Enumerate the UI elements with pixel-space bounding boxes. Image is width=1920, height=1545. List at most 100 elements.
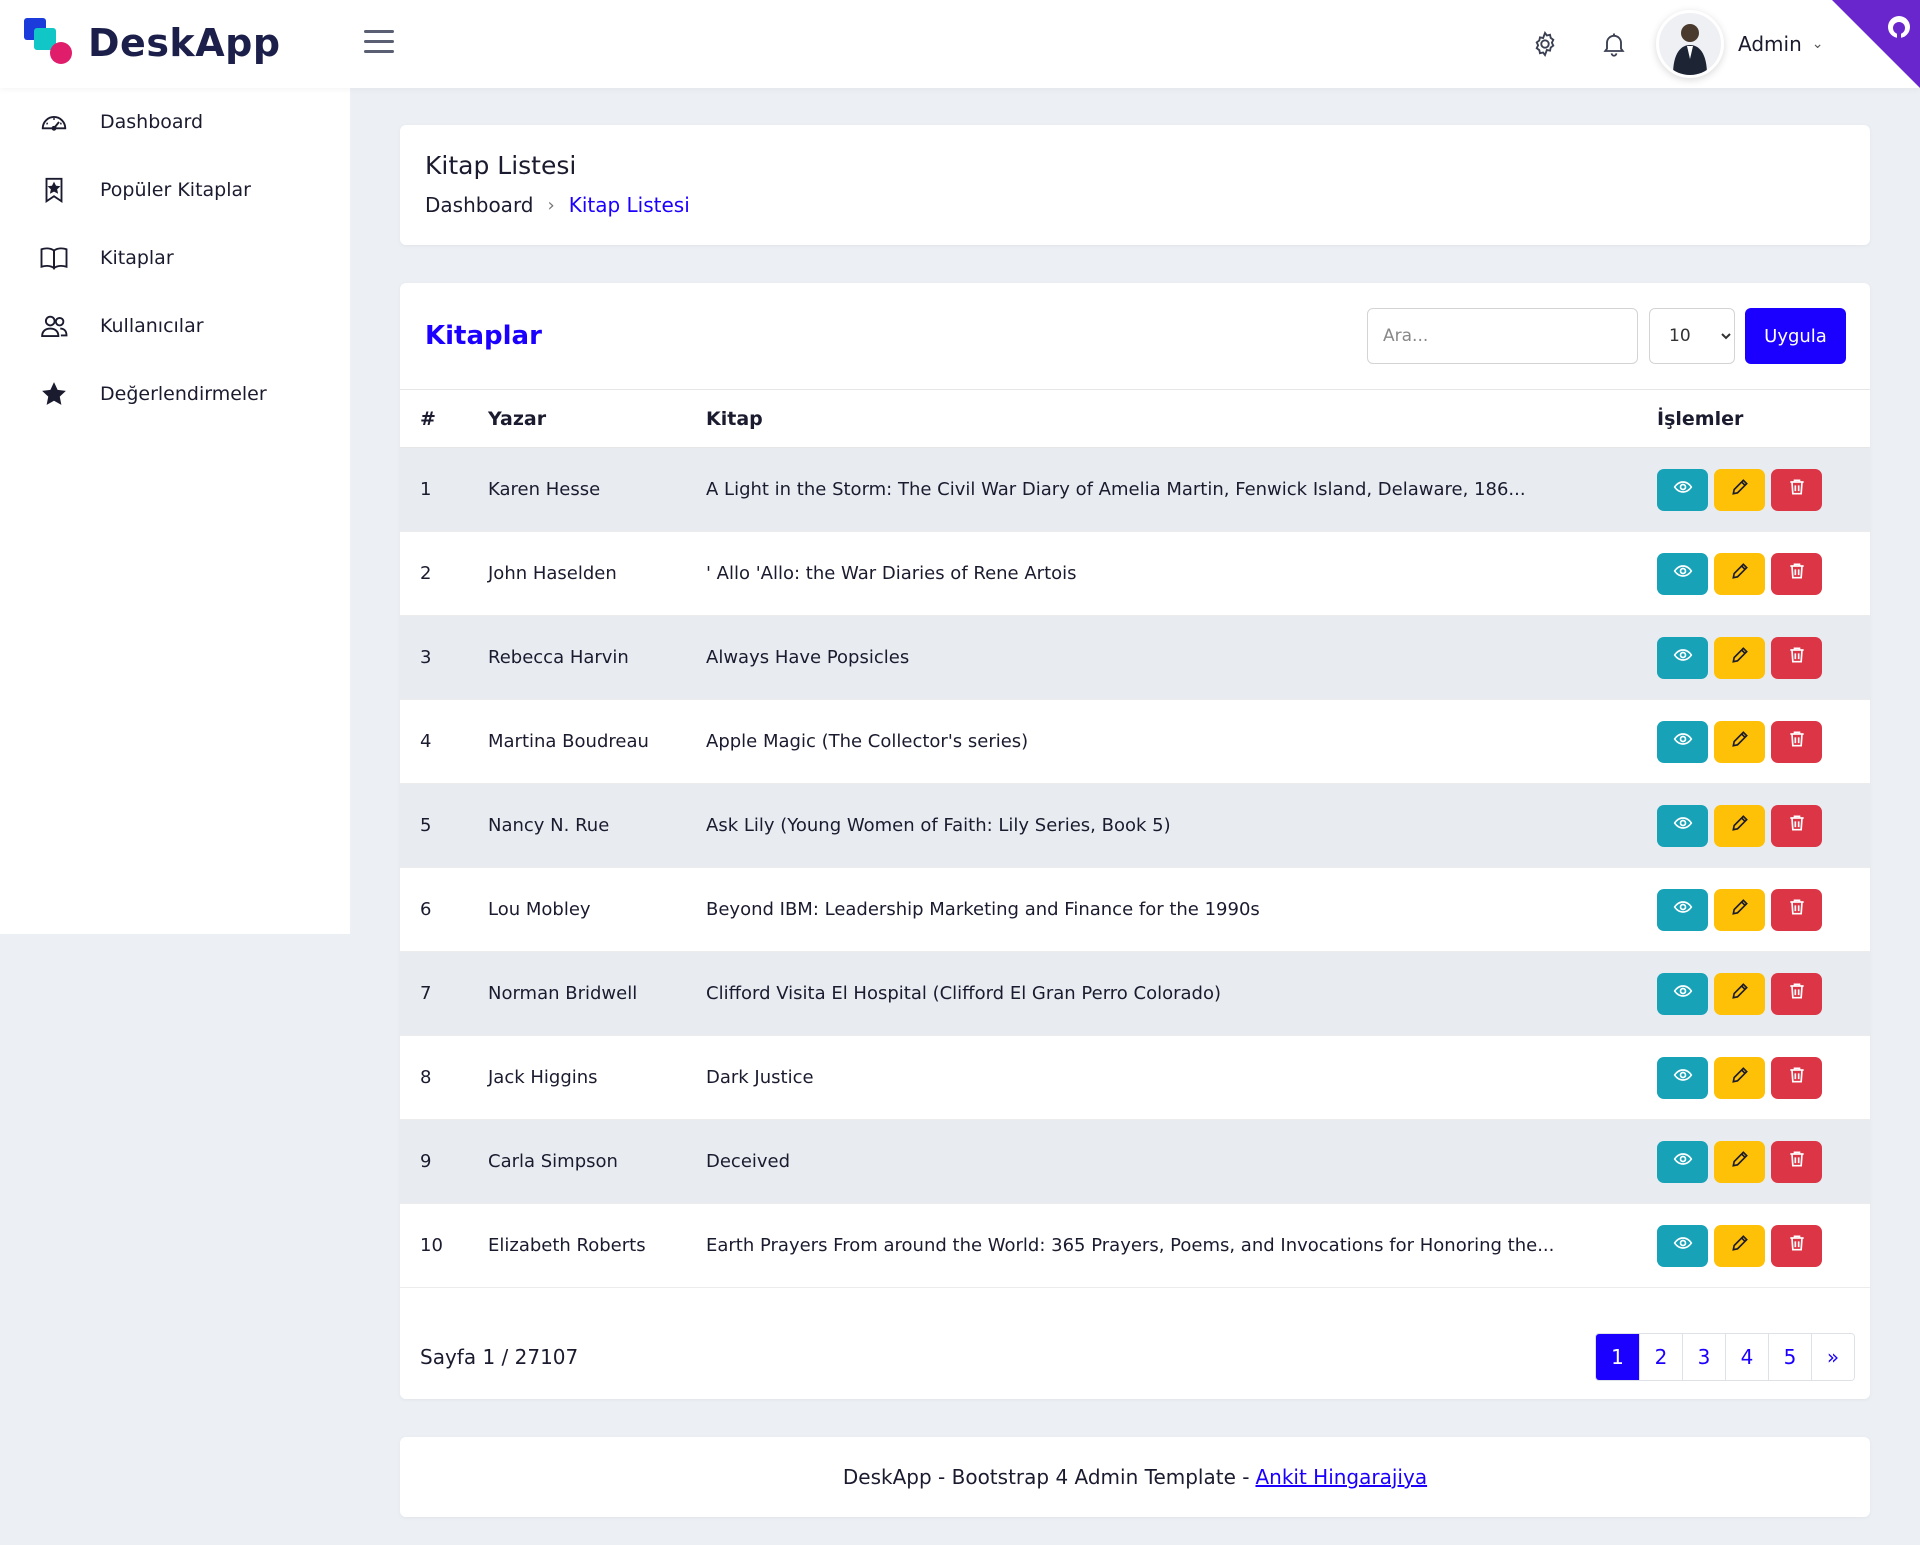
row-author: Jack Higgins <box>488 1035 706 1120</box>
table-row: 9 Carla Simpson Deceived <box>400 1119 1870 1204</box>
pagination-page[interactable]: 2 <box>1639 1334 1682 1380</box>
eye-icon <box>1673 981 1693 1006</box>
sidebar-item-users[interactable]: Kullanıcılar <box>0 292 350 360</box>
delete-button[interactable] <box>1771 1056 1822 1099</box>
edit-button[interactable] <box>1714 468 1765 511</box>
delete-button[interactable] <box>1771 804 1822 847</box>
row-book-title: Deceived <box>706 1119 1657 1204</box>
row-actions <box>1657 951 1870 1036</box>
sidebar-item-label: Değerlendirmeler <box>100 383 267 405</box>
delete-button[interactable] <box>1771 552 1822 595</box>
page-info: Sayfa 1 / 27107 <box>420 1345 579 1369</box>
delete-button[interactable] <box>1771 1140 1822 1183</box>
view-button[interactable] <box>1657 972 1708 1015</box>
brand[interactable]: DeskApp <box>24 18 281 68</box>
pagination-page[interactable]: 5 <box>1768 1334 1811 1380</box>
view-button[interactable] <box>1657 1224 1708 1267</box>
menu-toggle-icon[interactable] <box>364 30 394 56</box>
view-button[interactable] <box>1657 804 1708 847</box>
view-button[interactable] <box>1657 1140 1708 1183</box>
breadcrumb: Dashboard › Kitap Listesi <box>425 193 690 217</box>
user-menu[interactable]: Admin ⌄ <box>1656 10 1823 78</box>
delete-button[interactable] <box>1771 1224 1822 1267</box>
delete-button[interactable] <box>1771 468 1822 511</box>
pagination-page[interactable]: 4 <box>1725 1334 1768 1380</box>
bell-icon[interactable] <box>1597 27 1631 61</box>
edit-button[interactable] <box>1714 1224 1765 1267</box>
row-actions <box>1657 1119 1870 1204</box>
row-author: Karen Hesse <box>488 447 706 532</box>
footer-author-link[interactable]: Ankit Hingarajiya <box>1255 1465 1427 1489</box>
row-number: 7 <box>400 951 488 1036</box>
row-book-title: Ask Lily (Young Women of Faith: Lily Ser… <box>706 783 1657 868</box>
apply-button[interactable]: Uygula <box>1745 308 1846 364</box>
sidebar-item-popular-books[interactable]: Popüler Kitaplar <box>0 156 350 224</box>
view-button[interactable] <box>1657 552 1708 595</box>
edit-button[interactable] <box>1714 972 1765 1015</box>
table-row: 5 Nancy N. Rue Ask Lily (Young Women of Fa… <box>400 783 1870 868</box>
view-button[interactable] <box>1657 468 1708 511</box>
edit-button[interactable] <box>1714 552 1765 595</box>
view-button[interactable] <box>1657 720 1708 763</box>
trash-icon <box>1787 1065 1807 1090</box>
eye-icon <box>1673 477 1693 502</box>
search-input[interactable] <box>1367 308 1638 364</box>
books-table-card: Kitaplar 10 Uygula # Yazar Kitap İşlemle… <box>400 283 1870 1399</box>
avatar <box>1656 10 1724 78</box>
trash-icon <box>1787 981 1807 1006</box>
breadcrumb-home-link[interactable]: Dashboard <box>425 193 534 217</box>
gear-icon[interactable] <box>1528 27 1562 61</box>
pagination-page[interactable]: 1 <box>1596 1334 1639 1380</box>
table-row: 10 Elizabeth Roberts Earth Prayers From ar… <box>400 1203 1870 1288</box>
edit-button[interactable] <box>1714 888 1765 931</box>
page-size-select[interactable]: 10 <box>1649 308 1735 364</box>
delete-button[interactable] <box>1771 636 1822 679</box>
edit-button[interactable] <box>1714 636 1765 679</box>
pencil-icon <box>1730 729 1750 754</box>
pencil-icon <box>1730 561 1750 586</box>
breadcrumb-separator: › <box>547 194 555 216</box>
delete-button[interactable] <box>1771 972 1822 1015</box>
column-header-actions: İşlemler <box>1657 389 1870 448</box>
table-row: 4 Martina Boudreau Apple Magic (The Collec… <box>400 699 1870 784</box>
row-number: 8 <box>400 1035 488 1120</box>
delete-button[interactable] <box>1771 888 1822 931</box>
row-book-title: Always Have Popsicles <box>706 615 1657 700</box>
table-title: Kitaplar <box>425 321 542 351</box>
view-button[interactable] <box>1657 636 1708 679</box>
sidebar-item-books[interactable]: Kitaplar <box>0 224 350 292</box>
edit-button[interactable] <box>1714 1140 1765 1183</box>
pagination-next[interactable]: » <box>1811 1334 1854 1380</box>
row-book-title: Clifford Visita El Hospital (Clifford El… <box>706 951 1657 1036</box>
sidebar-item-dashboard[interactable]: Dashboard <box>0 88 350 156</box>
table-row: 7 Norman Bridwell Clifford Visita El Hospi… <box>400 951 1870 1036</box>
row-actions <box>1657 447 1870 532</box>
table-header-row: # Yazar Kitap İşlemler <box>400 389 1870 448</box>
pencil-icon <box>1730 897 1750 922</box>
table-row: 8 Jack Higgins Dark Justice <box>400 1035 1870 1120</box>
row-author: Elizabeth Roberts <box>488 1203 706 1288</box>
row-author: Norman Bridwell <box>488 951 706 1036</box>
trash-icon <box>1787 897 1807 922</box>
edit-button[interactable] <box>1714 804 1765 847</box>
edit-button[interactable] <box>1714 720 1765 763</box>
view-button[interactable] <box>1657 888 1708 931</box>
pagination-page[interactable]: 3 <box>1682 1334 1725 1380</box>
trash-icon <box>1787 1149 1807 1174</box>
view-button[interactable] <box>1657 1056 1708 1099</box>
github-corner-icon[interactable] <box>1832 0 1920 88</box>
row-number: 4 <box>400 699 488 784</box>
pencil-icon <box>1730 1233 1750 1258</box>
sidebar-item-label: Dashboard <box>100 111 204 133</box>
page-title: Kitap Listesi <box>425 151 577 180</box>
column-header-author: Yazar <box>488 389 706 448</box>
edit-button[interactable] <box>1714 1056 1765 1099</box>
sidebar-item-reviews[interactable]: Değerlendirmeler <box>0 360 350 428</box>
eye-icon <box>1673 813 1693 838</box>
delete-button[interactable] <box>1771 720 1822 763</box>
eye-icon <box>1673 645 1693 670</box>
top-header: DeskApp Admin ⌄ <box>0 0 1920 88</box>
row-author: Lou Mobley <box>488 867 706 952</box>
row-number: 1 <box>400 447 488 532</box>
row-book-title: Earth Prayers From around the World: 365… <box>706 1203 1657 1288</box>
